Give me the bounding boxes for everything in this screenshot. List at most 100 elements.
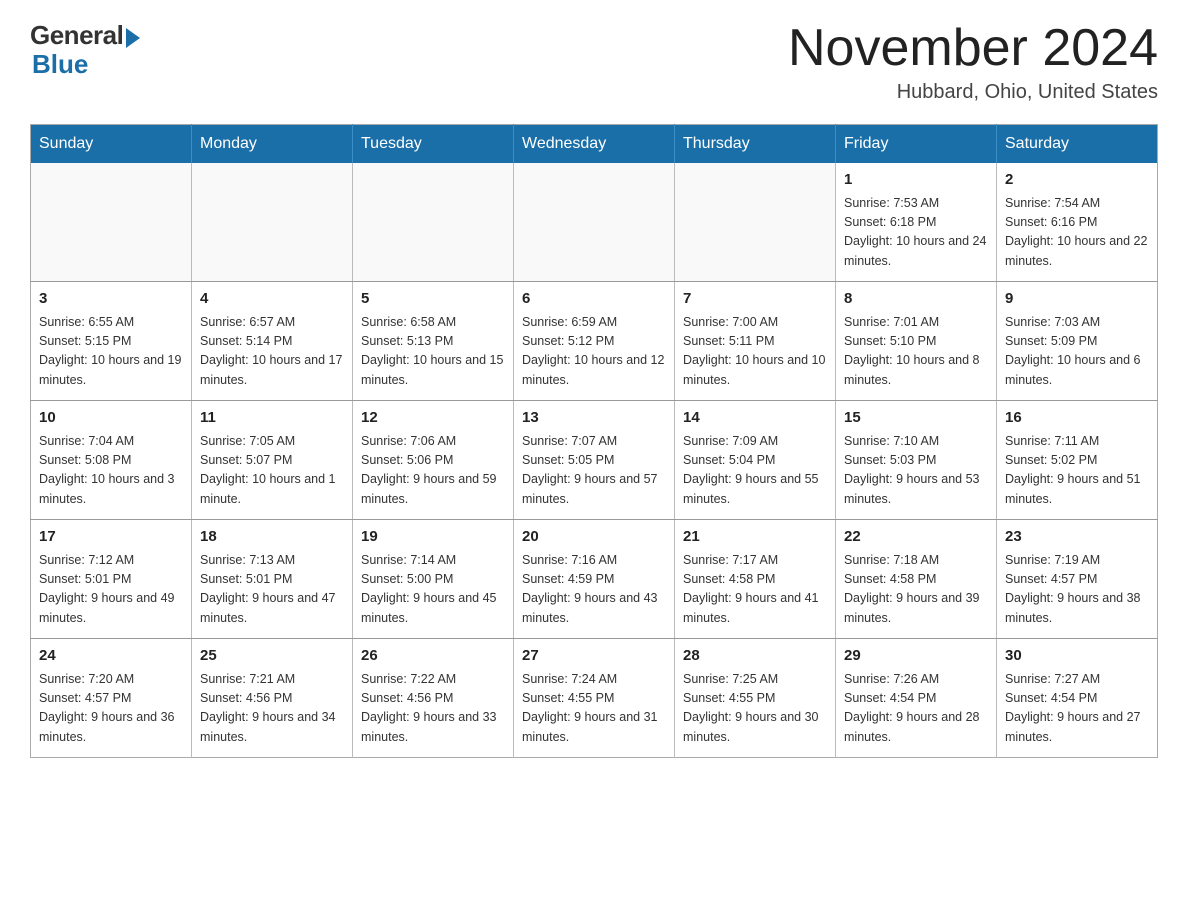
logo: General Blue <box>30 20 140 80</box>
day-info: Sunrise: 7:21 AMSunset: 4:56 PMDaylight:… <box>200 670 344 748</box>
calendar-cell: 3Sunrise: 6:55 AMSunset: 5:15 PMDaylight… <box>31 282 192 401</box>
day-number: 2 <box>1005 169 1149 192</box>
day-number: 6 <box>522 288 666 311</box>
day-number: 21 <box>683 526 827 549</box>
calendar-cell: 28Sunrise: 7:25 AMSunset: 4:55 PMDayligh… <box>675 639 836 758</box>
calendar-cell: 27Sunrise: 7:24 AMSunset: 4:55 PMDayligh… <box>514 639 675 758</box>
day-info: Sunrise: 7:13 AMSunset: 5:01 PMDaylight:… <box>200 551 344 629</box>
calendar-cell: 9Sunrise: 7:03 AMSunset: 5:09 PMDaylight… <box>997 282 1158 401</box>
calendar-cell: 16Sunrise: 7:11 AMSunset: 5:02 PMDayligh… <box>997 401 1158 520</box>
day-number: 19 <box>361 526 505 549</box>
logo-arrow-icon <box>126 28 140 48</box>
day-info: Sunrise: 7:01 AMSunset: 5:10 PMDaylight:… <box>844 313 988 391</box>
header-friday: Friday <box>836 125 997 164</box>
calendar-cell <box>353 163 514 282</box>
day-number: 22 <box>844 526 988 549</box>
calendar-table: SundayMondayTuesdayWednesdayThursdayFrid… <box>30 124 1158 758</box>
day-number: 29 <box>844 645 988 668</box>
calendar-cell: 30Sunrise: 7:27 AMSunset: 4:54 PMDayligh… <box>997 639 1158 758</box>
day-info: Sunrise: 6:59 AMSunset: 5:12 PMDaylight:… <box>522 313 666 391</box>
calendar-cell <box>514 163 675 282</box>
calendar-cell: 29Sunrise: 7:26 AMSunset: 4:54 PMDayligh… <box>836 639 997 758</box>
day-number: 17 <box>39 526 183 549</box>
day-number: 23 <box>1005 526 1149 549</box>
day-info: Sunrise: 7:19 AMSunset: 4:57 PMDaylight:… <box>1005 551 1149 629</box>
calendar-cell: 12Sunrise: 7:06 AMSunset: 5:06 PMDayligh… <box>353 401 514 520</box>
calendar-header-row: SundayMondayTuesdayWednesdayThursdayFrid… <box>31 125 1158 164</box>
day-number: 24 <box>39 645 183 668</box>
week-row-3: 10Sunrise: 7:04 AMSunset: 5:08 PMDayligh… <box>31 401 1158 520</box>
week-row-1: 1Sunrise: 7:53 AMSunset: 6:18 PMDaylight… <box>31 163 1158 282</box>
calendar-cell: 23Sunrise: 7:19 AMSunset: 4:57 PMDayligh… <box>997 520 1158 639</box>
day-number: 18 <box>200 526 344 549</box>
day-info: Sunrise: 7:18 AMSunset: 4:58 PMDaylight:… <box>844 551 988 629</box>
calendar-cell: 6Sunrise: 6:59 AMSunset: 5:12 PMDaylight… <box>514 282 675 401</box>
day-info: Sunrise: 7:17 AMSunset: 4:58 PMDaylight:… <box>683 551 827 629</box>
calendar-cell <box>31 163 192 282</box>
week-row-5: 24Sunrise: 7:20 AMSunset: 4:57 PMDayligh… <box>31 639 1158 758</box>
day-number: 12 <box>361 407 505 430</box>
calendar-cell <box>675 163 836 282</box>
day-number: 4 <box>200 288 344 311</box>
calendar-cell: 7Sunrise: 7:00 AMSunset: 5:11 PMDaylight… <box>675 282 836 401</box>
day-info: Sunrise: 7:12 AMSunset: 5:01 PMDaylight:… <box>39 551 183 629</box>
day-number: 28 <box>683 645 827 668</box>
calendar-cell: 5Sunrise: 6:58 AMSunset: 5:13 PMDaylight… <box>353 282 514 401</box>
header-tuesday: Tuesday <box>353 125 514 164</box>
calendar-cell: 19Sunrise: 7:14 AMSunset: 5:00 PMDayligh… <box>353 520 514 639</box>
header-sunday: Sunday <box>31 125 192 164</box>
day-info: Sunrise: 7:06 AMSunset: 5:06 PMDaylight:… <box>361 432 505 510</box>
calendar-cell: 1Sunrise: 7:53 AMSunset: 6:18 PMDaylight… <box>836 163 997 282</box>
calendar-cell: 26Sunrise: 7:22 AMSunset: 4:56 PMDayligh… <box>353 639 514 758</box>
day-info: Sunrise: 7:25 AMSunset: 4:55 PMDaylight:… <box>683 670 827 748</box>
calendar-cell: 11Sunrise: 7:05 AMSunset: 5:07 PMDayligh… <box>192 401 353 520</box>
calendar-cell: 22Sunrise: 7:18 AMSunset: 4:58 PMDayligh… <box>836 520 997 639</box>
calendar-cell <box>192 163 353 282</box>
calendar-cell: 15Sunrise: 7:10 AMSunset: 5:03 PMDayligh… <box>836 401 997 520</box>
day-info: Sunrise: 6:57 AMSunset: 5:14 PMDaylight:… <box>200 313 344 391</box>
header-wednesday: Wednesday <box>514 125 675 164</box>
calendar-cell: 20Sunrise: 7:16 AMSunset: 4:59 PMDayligh… <box>514 520 675 639</box>
day-info: Sunrise: 7:07 AMSunset: 5:05 PMDaylight:… <box>522 432 666 510</box>
day-info: Sunrise: 7:03 AMSunset: 5:09 PMDaylight:… <box>1005 313 1149 391</box>
day-info: Sunrise: 7:10 AMSunset: 5:03 PMDaylight:… <box>844 432 988 510</box>
calendar-cell: 25Sunrise: 7:21 AMSunset: 4:56 PMDayligh… <box>192 639 353 758</box>
day-info: Sunrise: 7:20 AMSunset: 4:57 PMDaylight:… <box>39 670 183 748</box>
day-number: 7 <box>683 288 827 311</box>
day-number: 26 <box>361 645 505 668</box>
day-number: 15 <box>844 407 988 430</box>
day-number: 10 <box>39 407 183 430</box>
day-info: Sunrise: 7:27 AMSunset: 4:54 PMDaylight:… <box>1005 670 1149 748</box>
month-title: November 2024 <box>788 20 1158 77</box>
header-saturday: Saturday <box>997 125 1158 164</box>
day-number: 1 <box>844 169 988 192</box>
week-row-2: 3Sunrise: 6:55 AMSunset: 5:15 PMDaylight… <box>31 282 1158 401</box>
calendar-cell: 14Sunrise: 7:09 AMSunset: 5:04 PMDayligh… <box>675 401 836 520</box>
day-info: Sunrise: 7:54 AMSunset: 6:16 PMDaylight:… <box>1005 194 1149 272</box>
logo-general: General <box>30 20 123 51</box>
logo-blue: Blue <box>32 49 88 80</box>
day-info: Sunrise: 7:04 AMSunset: 5:08 PMDaylight:… <box>39 432 183 510</box>
location-label: Hubbard, Ohio, United States <box>788 81 1158 104</box>
day-info: Sunrise: 7:09 AMSunset: 5:04 PMDaylight:… <box>683 432 827 510</box>
title-area: November 2024 Hubbard, Ohio, United Stat… <box>788 20 1158 104</box>
day-number: 3 <box>39 288 183 311</box>
day-info: Sunrise: 7:00 AMSunset: 5:11 PMDaylight:… <box>683 313 827 391</box>
header-thursday: Thursday <box>675 125 836 164</box>
calendar-cell: 18Sunrise: 7:13 AMSunset: 5:01 PMDayligh… <box>192 520 353 639</box>
day-number: 20 <box>522 526 666 549</box>
day-info: Sunrise: 7:22 AMSunset: 4:56 PMDaylight:… <box>361 670 505 748</box>
week-row-4: 17Sunrise: 7:12 AMSunset: 5:01 PMDayligh… <box>31 520 1158 639</box>
day-info: Sunrise: 7:53 AMSunset: 6:18 PMDaylight:… <box>844 194 988 272</box>
day-number: 11 <box>200 407 344 430</box>
day-info: Sunrise: 7:14 AMSunset: 5:00 PMDaylight:… <box>361 551 505 629</box>
day-number: 14 <box>683 407 827 430</box>
day-number: 13 <box>522 407 666 430</box>
day-info: Sunrise: 7:11 AMSunset: 5:02 PMDaylight:… <box>1005 432 1149 510</box>
day-info: Sunrise: 6:58 AMSunset: 5:13 PMDaylight:… <box>361 313 505 391</box>
day-number: 5 <box>361 288 505 311</box>
day-info: Sunrise: 7:05 AMSunset: 5:07 PMDaylight:… <box>200 432 344 510</box>
calendar-cell: 10Sunrise: 7:04 AMSunset: 5:08 PMDayligh… <box>31 401 192 520</box>
page-header: General Blue November 2024 Hubbard, Ohio… <box>30 20 1158 104</box>
day-info: Sunrise: 7:16 AMSunset: 4:59 PMDaylight:… <box>522 551 666 629</box>
